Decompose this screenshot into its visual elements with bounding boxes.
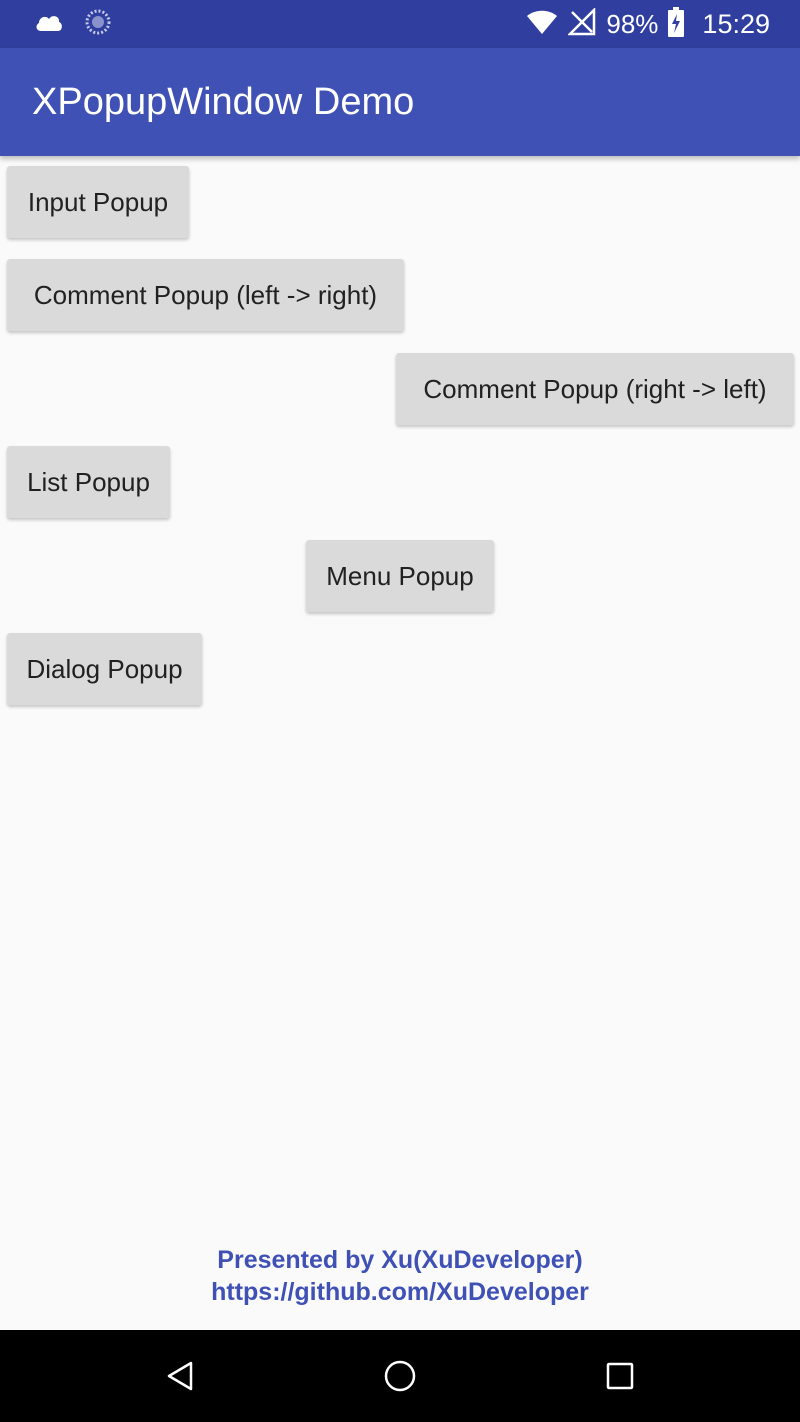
dialog-popup-button[interactable]: Dialog Popup xyxy=(7,633,202,705)
home-icon[interactable] xyxy=(380,1356,420,1396)
battery-icon xyxy=(668,6,685,42)
battery-percent: 98% xyxy=(606,9,659,39)
menu-popup-button[interactable]: Menu Popup xyxy=(306,540,494,612)
recents-icon[interactable] xyxy=(600,1356,640,1396)
footer-presented-by: Presented by Xu(XuDeveloper) xyxy=(217,1246,583,1274)
no-signal-icon xyxy=(567,6,596,41)
comment-popup-left-right-button[interactable]: Comment Popup (left -> right) xyxy=(7,259,404,331)
footer-github-link[interactable]: https://github.com/XuDeveloper xyxy=(0,1276,800,1308)
status-time: 15:29 xyxy=(702,8,770,39)
comment-popup-right-left-button[interactable]: Comment Popup (right -> left) xyxy=(396,353,794,425)
app-bar: XPopupWindow Demo xyxy=(0,48,800,156)
footer-credits: Presented by Xu(XuDeveloper) https://git… xyxy=(0,1244,800,1308)
page-title: XPopupWindow Demo xyxy=(32,81,415,123)
status-right-icons: 98% 15:29 xyxy=(526,0,770,48)
navigation-bar xyxy=(0,1330,800,1422)
wifi-icon xyxy=(526,9,558,40)
list-popup-button[interactable]: List Popup xyxy=(7,446,170,518)
cloud-icon xyxy=(34,11,64,38)
sync-icon xyxy=(84,8,112,41)
back-icon[interactable] xyxy=(160,1356,200,1396)
status-left-icons xyxy=(34,8,112,41)
status-bar: 98% 15:29 xyxy=(0,0,800,48)
input-popup-button[interactable]: Input Popup xyxy=(7,166,189,238)
